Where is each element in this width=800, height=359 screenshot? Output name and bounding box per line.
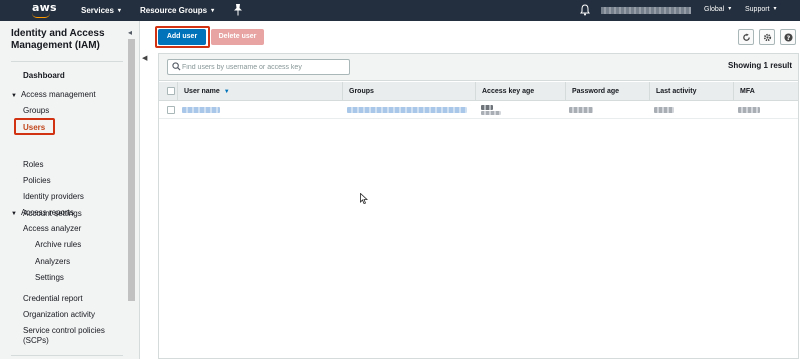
chevron-down-icon: ▾ [728, 6, 732, 12]
sidebar-item-organization-activity[interactable]: Organization activity [23, 310, 95, 320]
iam-sidebar: Identity and Access Management (IAM) ◂ D… [0, 21, 140, 359]
groups-redacted [347, 107, 467, 113]
bell-icon[interactable] [580, 4, 590, 16]
chevron-down-icon: ▾ [117, 8, 121, 14]
search-icon [172, 62, 181, 71]
mouse-cursor-icon [360, 193, 368, 204]
resource-groups-menu[interactable]: Resource Groups ▾ [140, 6, 214, 15]
search-field[interactable] [167, 59, 350, 75]
region-selector[interactable]: Global ▾ [704, 6, 731, 13]
region-label: Global [704, 6, 725, 13]
select-all-checkbox[interactable] [167, 87, 175, 95]
help-icon: ? [783, 33, 793, 42]
column-header-password-age[interactable]: Password age [565, 82, 649, 101]
section-label: Access reports [20, 208, 74, 217]
svg-text:?: ? [786, 35, 790, 42]
access-key-age-redacted [481, 105, 493, 110]
refresh-button[interactable] [738, 29, 754, 45]
settings-button[interactable] [759, 29, 775, 45]
column-header-last-activity[interactable]: Last activity [649, 82, 733, 101]
caret-down-icon: ▼ [11, 93, 17, 99]
column-label: Last activity [656, 88, 697, 95]
collapse-panel-icon[interactable]: ◀ [142, 54, 147, 62]
top-navigation-bar: aws Services ▾ Resource Groups ▾ Global ▾ S… [0, 0, 800, 21]
sidebar-item-credential-report[interactable]: Credential report [23, 294, 83, 304]
column-header-user-name[interactable]: User name ▼ [177, 82, 345, 101]
column-label: MFA [740, 88, 755, 95]
column-header-groups[interactable]: Groups [342, 82, 475, 101]
sidebar-item-dashboard[interactable]: Dashboard [23, 71, 65, 81]
aws-logo[interactable]: aws [30, 1, 57, 19]
sidebar-title: Identity and Access Management (IAM) [11, 28, 105, 51]
pin-icon[interactable] [233, 3, 243, 17]
support-menu[interactable]: Support ▾ [745, 6, 777, 13]
access-key-age-redacted-secondary [481, 111, 501, 115]
column-label: Groups [349, 88, 374, 95]
column-label: Password age [572, 88, 620, 95]
sidebar-item-analyzers[interactable]: Analyzers [35, 257, 70, 267]
sidebar-item-groups[interactable]: Groups [23, 106, 49, 116]
last-activity-redacted [654, 107, 674, 113]
table-row[interactable] [159, 102, 798, 119]
table-toolbar: Showing 1 result [159, 54, 798, 81]
add-user-button[interactable]: Add user [158, 29, 206, 45]
results-count: Showing 1 result [727, 61, 792, 70]
sidebar-item-service-control-policies[interactable]: Service control policies (SCPs) [23, 326, 123, 346]
column-label: User name [184, 88, 220, 95]
sort-descending-icon: ▼ [223, 89, 230, 95]
sidebar-section-access-reports[interactable]: ▼ Access reports [11, 208, 74, 217]
sidebar-item-roles[interactable]: Roles [23, 160, 43, 170]
sidebar-item-identity-providers[interactable]: Identity providers [23, 192, 84, 202]
sidebar-divider [11, 355, 123, 356]
mfa-redacted [738, 107, 760, 113]
collapse-sidebar-icon[interactable]: ◂ [128, 28, 132, 37]
sidebar-divider [11, 61, 123, 62]
search-input[interactable] [182, 61, 347, 73]
chevron-down-icon: ▾ [211, 8, 215, 14]
column-header-mfa[interactable]: MFA [733, 82, 800, 101]
gear-icon [763, 33, 771, 42]
table-header: User name ▼ Groups Access key age Passwor… [159, 82, 798, 101]
sidebar-item-settings[interactable]: Settings [35, 273, 64, 283]
help-button[interactable]: ? [780, 29, 796, 45]
aws-logo-smile [32, 13, 50, 18]
services-menu[interactable]: Services ▾ [81, 6, 121, 15]
password-age-redacted [569, 107, 593, 113]
resource-groups-label: Resource Groups [140, 6, 208, 15]
users-table: Showing 1 result User name▼ Groups Acces… [158, 53, 799, 359]
chevron-down-icon: ▾ [773, 6, 777, 12]
sidebar-item-policies[interactable]: Policies [23, 176, 51, 186]
column-label: Access key age [482, 88, 535, 95]
sidebar-scrollbar[interactable] [128, 39, 135, 301]
account-name-redacted[interactable] [601, 7, 691, 14]
column-header-access-key-age[interactable]: Access key age [475, 82, 565, 101]
caret-down-icon: ▼ [11, 211, 17, 217]
users-highlight-box [14, 118, 55, 135]
sidebar-section-access-management[interactable]: ▼ Access management [11, 90, 96, 99]
refresh-icon [742, 33, 750, 41]
sidebar-item-archive-rules[interactable]: Archive rules [35, 240, 81, 250]
services-label: Services [81, 6, 114, 15]
user-name-redacted[interactable] [182, 107, 220, 113]
row-checkbox[interactable] [167, 106, 175, 114]
support-label: Support [745, 6, 770, 13]
section-label: Access management [20, 90, 96, 99]
sidebar-item-access-analyzer[interactable]: Access analyzer [23, 224, 81, 234]
delete-user-button[interactable]: Delete user [211, 29, 264, 45]
